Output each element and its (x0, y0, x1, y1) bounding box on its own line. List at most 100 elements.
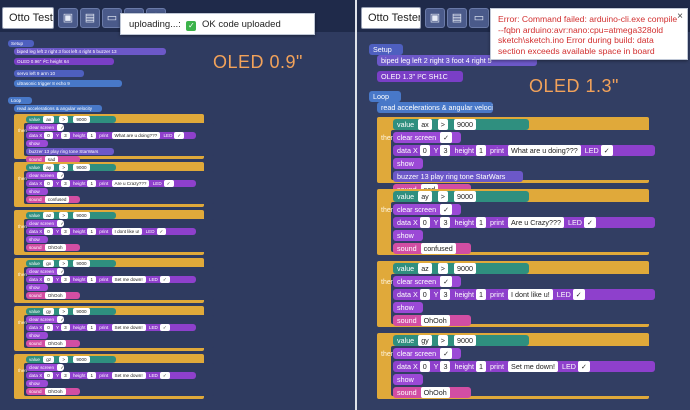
value-slot[interactable]: gy (43, 308, 55, 315)
value-slot[interactable]: ✓ (156, 228, 167, 235)
right-setup-block[interactable]: Setup (369, 44, 403, 55)
value-slot[interactable]: OhOoh (44, 244, 66, 251)
value-slot[interactable]: > (59, 212, 69, 219)
value-slot[interactable]: 9000 (73, 260, 90, 267)
value-slot[interactable]: What are u doing??? (508, 145, 581, 156)
value-slot[interactable]: ✓ (572, 289, 585, 300)
value-slot[interactable]: ay (418, 191, 432, 202)
folder-icon[interactable]: ▭ (469, 8, 489, 28)
value-slot[interactable]: 9000 (73, 164, 90, 171)
clear-screen-block[interactable]: clear screen ✓ (393, 204, 461, 215)
show-block[interactable]: show (26, 332, 48, 339)
value-slot[interactable]: ✓ (583, 217, 596, 228)
value-slot[interactable]: Set me down! (508, 361, 558, 372)
save-icon[interactable]: ▣ (425, 8, 445, 28)
value-slot[interactable]: ✓ (440, 348, 453, 359)
show-block[interactable]: show (26, 380, 48, 387)
value-slot[interactable]: ✓ (174, 132, 185, 139)
left-ultrasonic-block[interactable]: ultrasonic trigger 8 echo 9 (14, 80, 122, 87)
value-slot[interactable]: OhOoh (420, 387, 450, 398)
show-block[interactable]: show (393, 158, 423, 169)
data-print-block[interactable]: data X0 Y3 height 1 print What are u doin… (26, 132, 196, 139)
value-slot[interactable]: ✓ (600, 145, 613, 156)
sound-block[interactable]: sound OhOoh (26, 292, 80, 299)
value-slot[interactable]: 3 (61, 132, 70, 139)
value-slot[interactable]: 0 (419, 145, 430, 156)
value-slot[interactable]: > (437, 119, 448, 130)
value-slot[interactable]: 9000 (453, 119, 476, 130)
value-slot[interactable]: ✓ (577, 361, 590, 372)
clear-screen-block[interactable]: clear screen ✓ (26, 124, 64, 131)
value-compare-block[interactable]: value gx > 9000 (26, 260, 116, 267)
value-slot[interactable]: > (437, 263, 448, 274)
value-compare-block[interactable]: value ax > 9000 (393, 119, 529, 130)
show-block[interactable]: show (26, 140, 48, 147)
value-slot[interactable]: ✓ (57, 316, 64, 323)
value-slot[interactable]: ✓ (57, 364, 64, 371)
data-print-block[interactable]: data X0 Y3 height 1 print Set me down! LE… (393, 361, 655, 372)
value-slot[interactable]: 9000 (73, 356, 90, 363)
value-slot[interactable]: gx (43, 260, 55, 267)
value-slot[interactable]: > (59, 116, 69, 123)
show-block[interactable]: show (26, 236, 48, 243)
value-slot[interactable]: 1 (87, 276, 97, 283)
value-slot[interactable]: 0 (419, 217, 430, 228)
value-slot[interactable]: confused (44, 196, 70, 203)
data-print-block[interactable]: data X0 Y3 height 1 print Set me down! LE… (26, 372, 196, 379)
clear-screen-block[interactable]: clear screen ✓ (393, 132, 461, 143)
sound-block[interactable]: sound OhOoh (26, 388, 80, 395)
value-slot[interactable]: I dont like u! (508, 289, 553, 300)
value-slot[interactable]: OhOoh (44, 340, 66, 347)
value-slot[interactable]: 1 (476, 361, 487, 372)
value-slot[interactable]: ✓ (440, 204, 453, 215)
value-slot[interactable]: 3 (440, 217, 451, 228)
save-as-icon[interactable]: ▤ (80, 8, 100, 28)
value-slot[interactable]: > (59, 308, 69, 315)
value-slot[interactable]: OhOoh (44, 388, 66, 395)
value-slot[interactable]: ✓ (159, 324, 170, 331)
value-slot[interactable]: Are u Crazy??? (111, 180, 150, 187)
data-print-block[interactable]: data X0 Y3 height 1 print Are u Crazy??? … (393, 217, 655, 228)
value-slot[interactable]: 3 (61, 324, 70, 331)
value-slot[interactable]: 1 (87, 228, 97, 235)
value-slot[interactable]: 3 (61, 276, 70, 283)
value-slot[interactable]: OhOoh (44, 292, 66, 299)
value-slot[interactable]: 1 (476, 289, 487, 300)
value-slot[interactable]: gy (418, 335, 432, 346)
show-block[interactable]: show (393, 230, 423, 241)
data-print-block[interactable]: data X0 Y3 height 1 print Set me down! LE… (26, 324, 196, 331)
buzzer-block[interactable]: buzzer 13 play ring tone StarWars (393, 171, 523, 182)
right-read-block[interactable]: read accelerations & angular velocity (377, 102, 493, 113)
left-loop-block[interactable]: Loop (8, 97, 32, 104)
value-slot[interactable]: 3 (61, 180, 70, 187)
value-slot[interactable]: 9000 (73, 212, 90, 219)
save-icon[interactable]: ▣ (58, 8, 78, 28)
value-compare-block[interactable]: value gy > 9000 (26, 308, 116, 315)
value-slot[interactable]: 3 (61, 372, 70, 379)
left-oled-block[interactable]: OLED 0.96" I²C height 64 (14, 58, 114, 65)
value-slot[interactable]: 0 (44, 324, 53, 331)
left-biped-block[interactable]: biped leg left 2 right 3 foot left 4 rig… (14, 48, 166, 55)
value-slot[interactable]: What are u doing??? (111, 132, 161, 139)
show-block[interactable]: show (26, 284, 48, 291)
close-icon[interactable]: × (677, 11, 683, 22)
left-servo-block[interactable]: servo left 9 arm 10 (14, 70, 84, 77)
value-compare-block[interactable]: value ay > 9000 (393, 191, 529, 202)
value-slot[interactable]: ax (418, 119, 432, 130)
value-compare-block[interactable]: value ax > 9000 (26, 116, 116, 123)
value-slot[interactable]: 1 (87, 324, 97, 331)
value-slot[interactable]: Set me down! (111, 324, 146, 331)
value-slot[interactable]: gz (43, 356, 55, 363)
value-slot[interactable]: ✓ (57, 124, 64, 131)
value-slot[interactable]: ✓ (163, 180, 174, 187)
show-block[interactable]: show (393, 302, 423, 313)
value-slot[interactable]: ✓ (57, 220, 64, 227)
value-slot[interactable]: 9000 (453, 191, 476, 202)
value-slot[interactable]: 0 (44, 180, 53, 187)
value-slot[interactable]: 0 (44, 132, 53, 139)
value-compare-block[interactable]: value gy > 9000 (393, 335, 529, 346)
sound-block[interactable]: sound confused (393, 243, 471, 254)
value-slot[interactable]: 0 (419, 361, 430, 372)
value-slot[interactable]: > (59, 356, 69, 363)
value-slot[interactable]: ✓ (57, 268, 64, 275)
